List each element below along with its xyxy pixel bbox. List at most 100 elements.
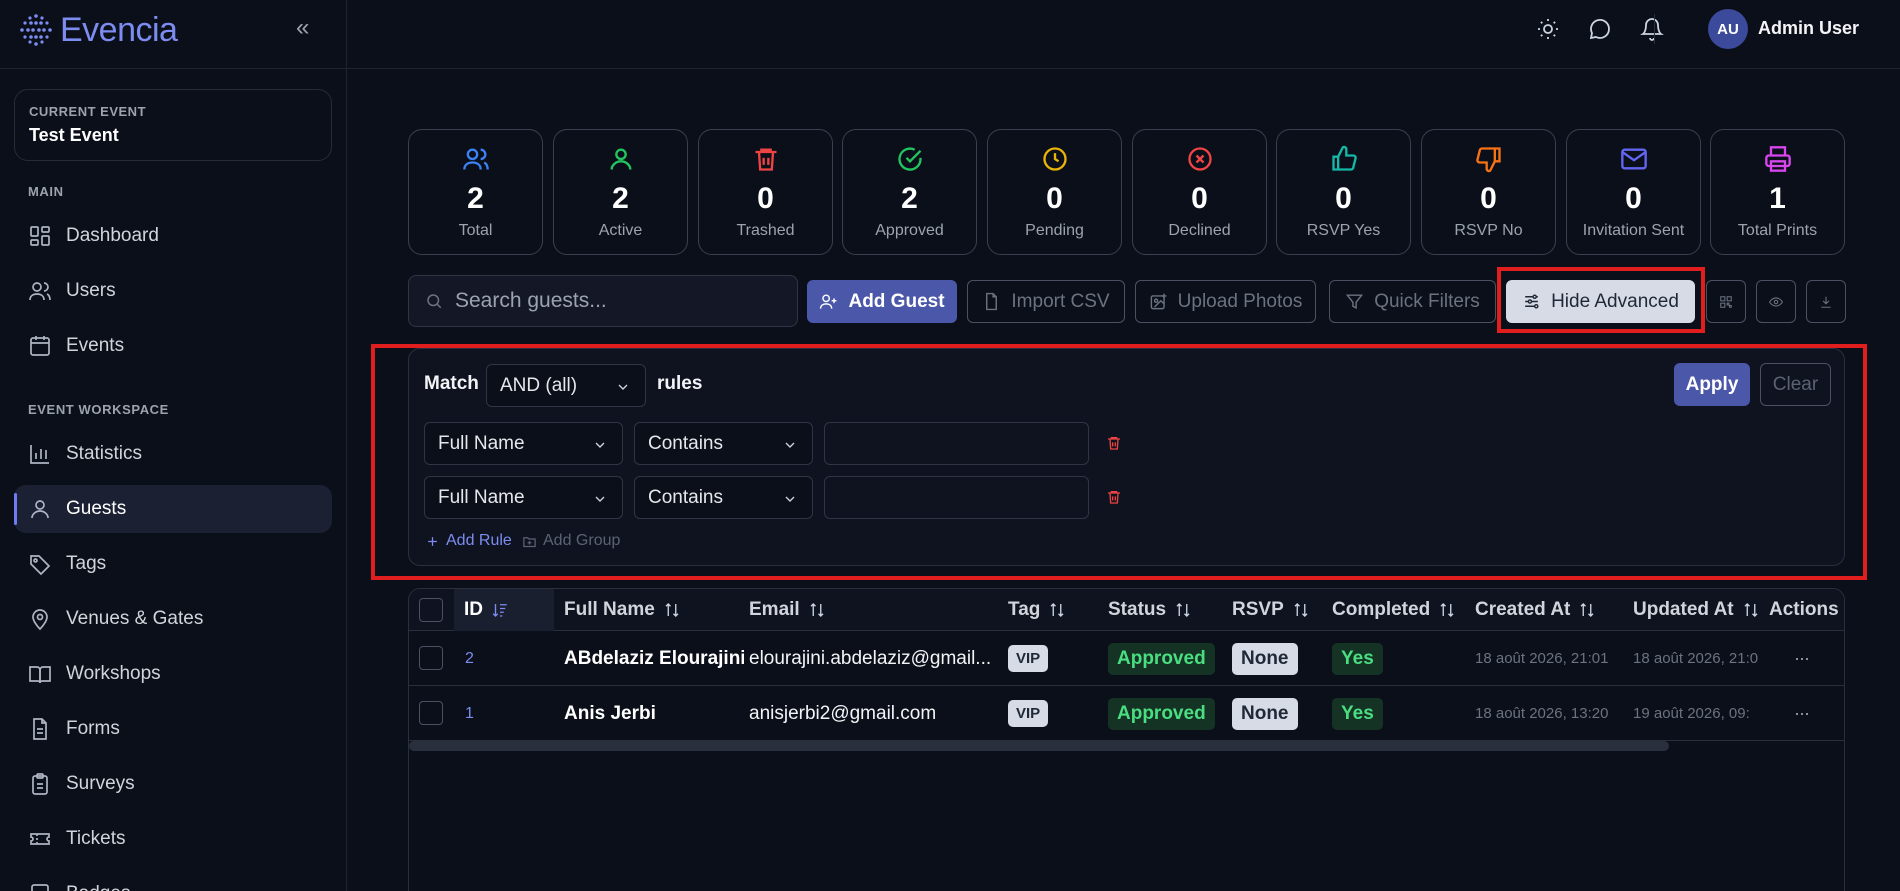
sidebar-item-venues[interactable]: Venues & Gates bbox=[14, 595, 332, 643]
column-title: Updated At bbox=[1633, 599, 1734, 620]
select-all-checkbox[interactable] bbox=[419, 598, 443, 622]
hide-advanced-label: Hide Advanced bbox=[1551, 290, 1679, 312]
match-mode-select[interactable]: AND (all) bbox=[486, 364, 646, 407]
check-circle-icon bbox=[897, 147, 922, 171]
stat-card-rsvp-no[interactable]: 0 RSVP No bbox=[1421, 129, 1556, 255]
sidebar-item-workshops[interactable]: Workshops bbox=[14, 650, 332, 698]
stat-card-invitation-sent[interactable]: 0 Invitation Sent bbox=[1566, 129, 1701, 255]
column-header-created-at[interactable]: Created At bbox=[1475, 589, 1596, 631]
stat-value: 0 bbox=[1191, 182, 1208, 215]
section-label-workspace: EVENT WORKSPACE bbox=[28, 402, 169, 417]
column-header-status[interactable]: Status bbox=[1108, 589, 1192, 631]
notifications-button[interactable] bbox=[1640, 17, 1664, 41]
user-name[interactable]: Admin User bbox=[1758, 18, 1859, 39]
sidebar-item-surveys[interactable]: Surveys bbox=[14, 760, 332, 808]
quick-filters-button[interactable]: Quick Filters bbox=[1329, 280, 1496, 323]
column-header-rsvp[interactable]: RSVP bbox=[1232, 589, 1310, 631]
clear-button[interactable]: Clear bbox=[1760, 363, 1831, 406]
rule-operator-select[interactable]: Contains bbox=[634, 476, 813, 519]
cell-status: Approved bbox=[1108, 631, 1215, 686]
sidebar-item-statistics[interactable]: Statistics bbox=[14, 430, 332, 478]
qr-code-button[interactable] bbox=[1706, 280, 1746, 323]
column-title: RSVP bbox=[1232, 599, 1284, 620]
delete-rule-button[interactable] bbox=[1106, 435, 1124, 453]
delete-rule-button[interactable] bbox=[1106, 489, 1124, 507]
chevron-down-icon bbox=[618, 384, 628, 390]
column-header-email[interactable]: Email bbox=[749, 589, 826, 631]
chat-bubble-icon bbox=[1589, 18, 1610, 40]
rule-value-input[interactable] bbox=[824, 422, 1089, 465]
download-icon bbox=[1821, 296, 1831, 308]
horizontal-scrollbar[interactable] bbox=[409, 741, 1669, 751]
avatar[interactable]: AU bbox=[1708, 9, 1748, 49]
stat-card-total-prints[interactable]: 1 Total Prints bbox=[1710, 129, 1845, 255]
logo[interactable]: Evencia bbox=[18, 8, 178, 52]
rule-field-select[interactable]: Full Name bbox=[424, 422, 623, 465]
column-header-id[interactable]: ID bbox=[454, 589, 554, 631]
add-group-button[interactable]: Add Group bbox=[522, 532, 620, 550]
collapse-sidebar-button[interactable]: « bbox=[296, 14, 309, 42]
column-title: Email bbox=[749, 599, 800, 620]
rule-operator-select[interactable]: Contains bbox=[634, 422, 813, 465]
stat-card-approved[interactable]: 2 Approved bbox=[842, 129, 977, 255]
stat-label: Trashed bbox=[736, 222, 795, 239]
theme-toggle-button[interactable] bbox=[1536, 17, 1560, 41]
chevron-down-icon bbox=[785, 442, 795, 448]
import-csv-button[interactable]: Import CSV bbox=[967, 280, 1125, 323]
cell-id[interactable]: 1 bbox=[465, 686, 545, 741]
stat-label: RSVP Yes bbox=[1306, 222, 1381, 239]
completed-badge: Yes bbox=[1332, 642, 1383, 675]
column-header-updated-at[interactable]: Updated At bbox=[1633, 589, 1760, 631]
row-actions-button[interactable]: ··· bbox=[1794, 686, 1809, 741]
stat-label: Active bbox=[598, 222, 643, 239]
sidebar-item-badges[interactable]: Badges bbox=[14, 870, 332, 891]
sidebar-item-label: Workshops bbox=[66, 663, 161, 684]
sidebar-item-label: Surveys bbox=[66, 773, 135, 794]
column-header-tag[interactable]: Tag bbox=[1008, 589, 1066, 631]
search-input[interactable] bbox=[455, 289, 775, 313]
sidebar-item-events[interactable]: Events bbox=[14, 322, 332, 370]
column-header-full-name[interactable]: Full Name bbox=[564, 589, 681, 631]
row-checkbox[interactable] bbox=[419, 646, 443, 670]
sidebar-item-users[interactable]: Users bbox=[14, 267, 332, 315]
sidebar-item-label: Guests bbox=[66, 498, 127, 519]
cell-completed: Yes bbox=[1332, 686, 1383, 741]
upload-photos-button[interactable]: Upload Photos bbox=[1135, 280, 1316, 323]
row-actions-button[interactable]: ··· bbox=[1794, 631, 1809, 686]
export-button[interactable] bbox=[1806, 280, 1846, 323]
add-guest-button[interactable]: Add Guest bbox=[807, 280, 957, 323]
add-rule-button[interactable]: Add Rule bbox=[425, 532, 512, 550]
rule-field-select[interactable]: Full Name bbox=[424, 476, 623, 519]
row-checkbox[interactable] bbox=[419, 701, 443, 725]
preview-button[interactable] bbox=[1756, 280, 1796, 323]
rules-label: rules bbox=[657, 373, 703, 394]
sidebar-item-guests[interactable]: Guests bbox=[14, 485, 332, 533]
table-row[interactable]: 1 Anis Jerbi anisjerbi2@gmail.com VIP Ap… bbox=[409, 686, 1844, 741]
current-event-card[interactable]: CURRENT EVENT Test Event bbox=[14, 89, 332, 161]
sidebar-item-forms[interactable]: Forms bbox=[14, 705, 332, 753]
upload-photos-label: Upload Photos bbox=[1177, 290, 1303, 312]
section-label-main: MAIN bbox=[28, 184, 64, 199]
users-icon bbox=[462, 148, 489, 170]
stat-card-rsvp-yes[interactable]: 0 RSVP Yes bbox=[1276, 129, 1411, 255]
column-header-completed[interactable]: Completed bbox=[1332, 589, 1456, 631]
stat-card-active[interactable]: 2 Active bbox=[553, 129, 688, 255]
stat-card-declined[interactable]: 0 Declined bbox=[1132, 129, 1267, 255]
messages-button[interactable] bbox=[1588, 17, 1612, 41]
stat-card-pending[interactable]: 0 Pending bbox=[987, 129, 1122, 255]
rule-field-value: Full Name bbox=[438, 432, 525, 454]
search-box[interactable] bbox=[408, 275, 798, 327]
sidebar-item-dashboard[interactable]: Dashboard bbox=[14, 212, 332, 260]
rule-operator-value: Contains bbox=[648, 486, 723, 508]
stat-card-trashed[interactable]: 0 Trashed bbox=[698, 129, 833, 255]
sidebar-item-tags[interactable]: Tags bbox=[14, 540, 332, 588]
apply-button[interactable]: Apply bbox=[1674, 363, 1750, 406]
hide-advanced-button[interactable]: Hide Advanced bbox=[1506, 280, 1695, 323]
rule-value-input[interactable] bbox=[824, 476, 1089, 519]
cell-email: anisjerbi2@gmail.com bbox=[749, 702, 937, 724]
sidebar-item-tickets[interactable]: Tickets bbox=[14, 815, 332, 863]
stat-card-total[interactable]: 2 Total bbox=[408, 129, 543, 255]
cell-id[interactable]: 2 bbox=[465, 631, 545, 686]
search-icon bbox=[427, 294, 442, 309]
table-row[interactable]: 2 ABdelaziz Elourajini elourajini.abdela… bbox=[409, 631, 1844, 686]
